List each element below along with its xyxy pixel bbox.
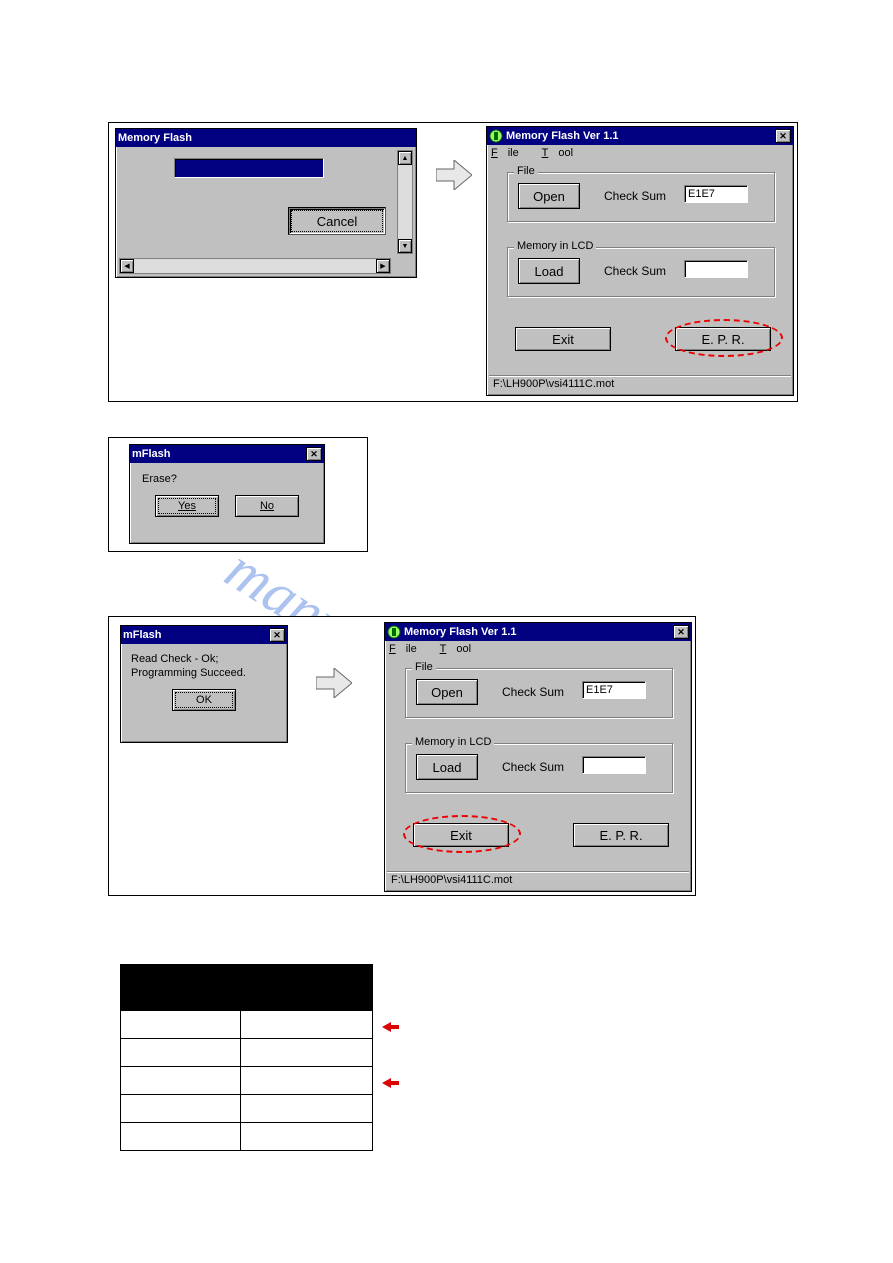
msg-line2: Programming Succeed. bbox=[131, 666, 277, 680]
no-button[interactable]: No bbox=[235, 495, 299, 517]
spec-table bbox=[120, 964, 373, 1151]
erase-title: mFlash bbox=[132, 448, 305, 460]
table-row bbox=[121, 1011, 373, 1039]
yes-button[interactable]: Yes bbox=[155, 495, 219, 517]
cancel-button[interactable]: Cancel bbox=[288, 207, 386, 235]
close-icon[interactable]: ✕ bbox=[269, 628, 285, 642]
app-window-2: Memory Flash Ver 1.1 ✕ File Tool File Op… bbox=[384, 622, 692, 892]
arrow-left-icon bbox=[382, 1022, 391, 1035]
erase-frame: mFlash ✕ Erase? Yes No bbox=[108, 437, 368, 552]
menu-file[interactable]: File bbox=[389, 643, 427, 655]
progress-hscroll[interactable]: ◀ ▶ bbox=[119, 258, 391, 274]
app2-menubar: File Tool bbox=[385, 641, 691, 657]
checksum-field-1b[interactable] bbox=[684, 260, 748, 278]
fieldset-mem-2: Memory in LCD Load Check Sum bbox=[405, 743, 673, 793]
progress-titlebar: Memory Flash bbox=[116, 129, 416, 147]
close-icon[interactable]: ✕ bbox=[306, 447, 322, 461]
msg-dialog: mFlash ✕ Read Check - Ok; Programming Su… bbox=[120, 625, 288, 743]
statusbar-1: F:\LH900P\vsi4111C.mot bbox=[489, 375, 791, 393]
app1-menubar: File Tool bbox=[487, 145, 793, 161]
epr-button-2[interactable]: E. P. R. bbox=[573, 823, 669, 847]
app-window-1: Memory Flash Ver 1.1 ✕ File Tool File Op… bbox=[486, 126, 794, 396]
progress-vscroll[interactable]: ▲ ▼ bbox=[397, 150, 413, 254]
app-icon bbox=[489, 129, 503, 143]
checksum-label-1b: Check Sum bbox=[604, 264, 666, 278]
menu-file[interactable]: File bbox=[491, 147, 529, 159]
arrow-left-icon bbox=[382, 1078, 391, 1091]
progress-bar bbox=[174, 158, 324, 178]
erase-dialog: mFlash ✕ Erase? Yes No bbox=[129, 444, 325, 544]
close-icon[interactable]: ✕ bbox=[673, 625, 689, 639]
page-root: manualshive.com Memory Flash ▲ ▼ Cancel … bbox=[0, 0, 893, 1263]
checksum-field-2a[interactable]: E1E7 bbox=[582, 681, 646, 699]
menu-tool[interactable]: Tool bbox=[440, 643, 481, 655]
app1-title: Memory Flash Ver 1.1 bbox=[506, 130, 774, 142]
app2-title: Memory Flash Ver 1.1 bbox=[404, 626, 672, 638]
progress-title: Memory Flash bbox=[118, 132, 414, 144]
erase-message: Erase? bbox=[130, 463, 324, 495]
legend-mem-2: Memory in LCD bbox=[412, 736, 494, 748]
table-row bbox=[121, 1067, 373, 1095]
menu-tool[interactable]: Tool bbox=[542, 147, 583, 159]
exit-button-2[interactable]: Exit bbox=[413, 823, 509, 847]
close-icon[interactable]: ✕ bbox=[775, 129, 791, 143]
fieldset-mem-1: Memory in LCD Load Check Sum bbox=[507, 247, 775, 297]
table-row bbox=[121, 1095, 373, 1123]
load-button-2[interactable]: Load bbox=[416, 754, 478, 780]
scroll-down-icon[interactable]: ▼ bbox=[398, 239, 412, 253]
statusbar-2: F:\LH900P\vsi4111C.mot bbox=[387, 871, 689, 889]
scroll-left-icon[interactable]: ◀ bbox=[120, 259, 134, 273]
checksum-label-2a: Check Sum bbox=[502, 685, 564, 699]
legend-mem-1: Memory in LCD bbox=[514, 240, 596, 252]
app2-titlebar: Memory Flash Ver 1.1 ✕ bbox=[385, 623, 691, 641]
legend-file-2: File bbox=[412, 661, 436, 673]
msg-title: mFlash bbox=[123, 629, 268, 641]
epr-button-1[interactable]: E. P. R. bbox=[675, 327, 771, 351]
exit-button-1[interactable]: Exit bbox=[515, 327, 611, 351]
arrow-right-icon bbox=[316, 668, 352, 698]
checksum-field-2b[interactable] bbox=[582, 756, 646, 774]
open-button-2[interactable]: Open bbox=[416, 679, 478, 705]
checksum-label-1a: Check Sum bbox=[604, 189, 666, 203]
app-icon bbox=[387, 625, 401, 639]
fieldset-file-1: File Open Check Sum E1E7 bbox=[507, 172, 775, 222]
msg-line1: Read Check - Ok; bbox=[131, 652, 277, 666]
scroll-up-icon[interactable]: ▲ bbox=[398, 151, 412, 165]
arrow-right-icon bbox=[436, 160, 472, 190]
table-row bbox=[121, 1123, 373, 1151]
load-button-1[interactable]: Load bbox=[518, 258, 580, 284]
open-button-1[interactable]: Open bbox=[518, 183, 580, 209]
table-row bbox=[121, 1039, 373, 1067]
progress-window: Memory Flash ▲ ▼ Cancel ◀ ▶ bbox=[115, 128, 417, 278]
erase-titlebar: mFlash ✕ bbox=[130, 445, 324, 463]
app1-titlebar: Memory Flash Ver 1.1 ✕ bbox=[487, 127, 793, 145]
checksum-label-2b: Check Sum bbox=[502, 760, 564, 774]
fieldset-file-2: File Open Check Sum E1E7 bbox=[405, 668, 673, 718]
table-header-row bbox=[121, 965, 373, 1011]
ok-button[interactable]: OK bbox=[172, 689, 236, 711]
msg-titlebar: mFlash ✕ bbox=[121, 626, 287, 644]
table-header-cell bbox=[241, 965, 373, 1011]
checksum-field-1a[interactable]: E1E7 bbox=[684, 185, 748, 203]
legend-file-1: File bbox=[514, 165, 538, 177]
table-header-cell bbox=[121, 965, 241, 1011]
scroll-right-icon[interactable]: ▶ bbox=[376, 259, 390, 273]
